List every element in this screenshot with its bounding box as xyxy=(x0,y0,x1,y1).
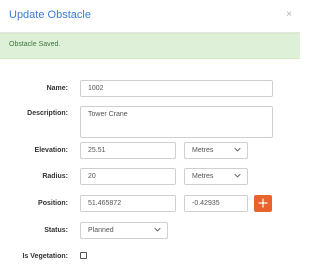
name-field[interactable]: 1002 xyxy=(80,80,273,97)
close-icon[interactable]: × xyxy=(286,9,292,20)
radius-label: Radius: xyxy=(42,173,68,180)
success-alert: Obstacle Saved. xyxy=(0,33,300,59)
vegetation-label: Is Vegetation: xyxy=(22,253,68,260)
status-value: Planned xyxy=(88,227,114,234)
locate-position-button[interactable] xyxy=(254,195,272,212)
radius-unit-value: Metres xyxy=(192,173,214,180)
dialog-header: Update Obstacle × xyxy=(0,0,300,33)
position-label: Position: xyxy=(38,200,68,207)
dialog-title: Update Obstacle xyxy=(9,9,91,21)
vegetation-checkbox[interactable] xyxy=(80,252,87,259)
elevation-label: Elevation: xyxy=(34,147,68,154)
status-select[interactable]: Planned xyxy=(80,222,168,239)
chevron-down-icon xyxy=(234,147,241,152)
radius-unit-select[interactable]: Metres xyxy=(184,168,248,185)
description-label: Description: xyxy=(27,110,68,117)
status-label: Status: xyxy=(44,227,68,234)
description-field[interactable]: Tower Crane xyxy=(80,106,273,138)
latitude-field[interactable]: 51.465872 xyxy=(80,195,176,212)
alert-message: Obstacle Saved. xyxy=(9,41,61,48)
update-obstacle-dialog: Update Obstacle × Obstacle Saved. Name: … xyxy=(0,0,300,267)
elevation-unit-value: Metres xyxy=(192,147,214,154)
chevron-down-icon xyxy=(234,173,241,178)
name-label: Name: xyxy=(46,85,68,92)
elevation-unit-select[interactable]: Metres xyxy=(184,142,248,159)
radius-field[interactable]: 20 xyxy=(80,168,176,185)
crosshair-icon xyxy=(258,198,268,208)
chevron-down-icon xyxy=(154,227,161,232)
elevation-field[interactable]: 25.51 xyxy=(80,142,176,159)
longitude-field[interactable]: -0.42935 xyxy=(184,195,248,212)
